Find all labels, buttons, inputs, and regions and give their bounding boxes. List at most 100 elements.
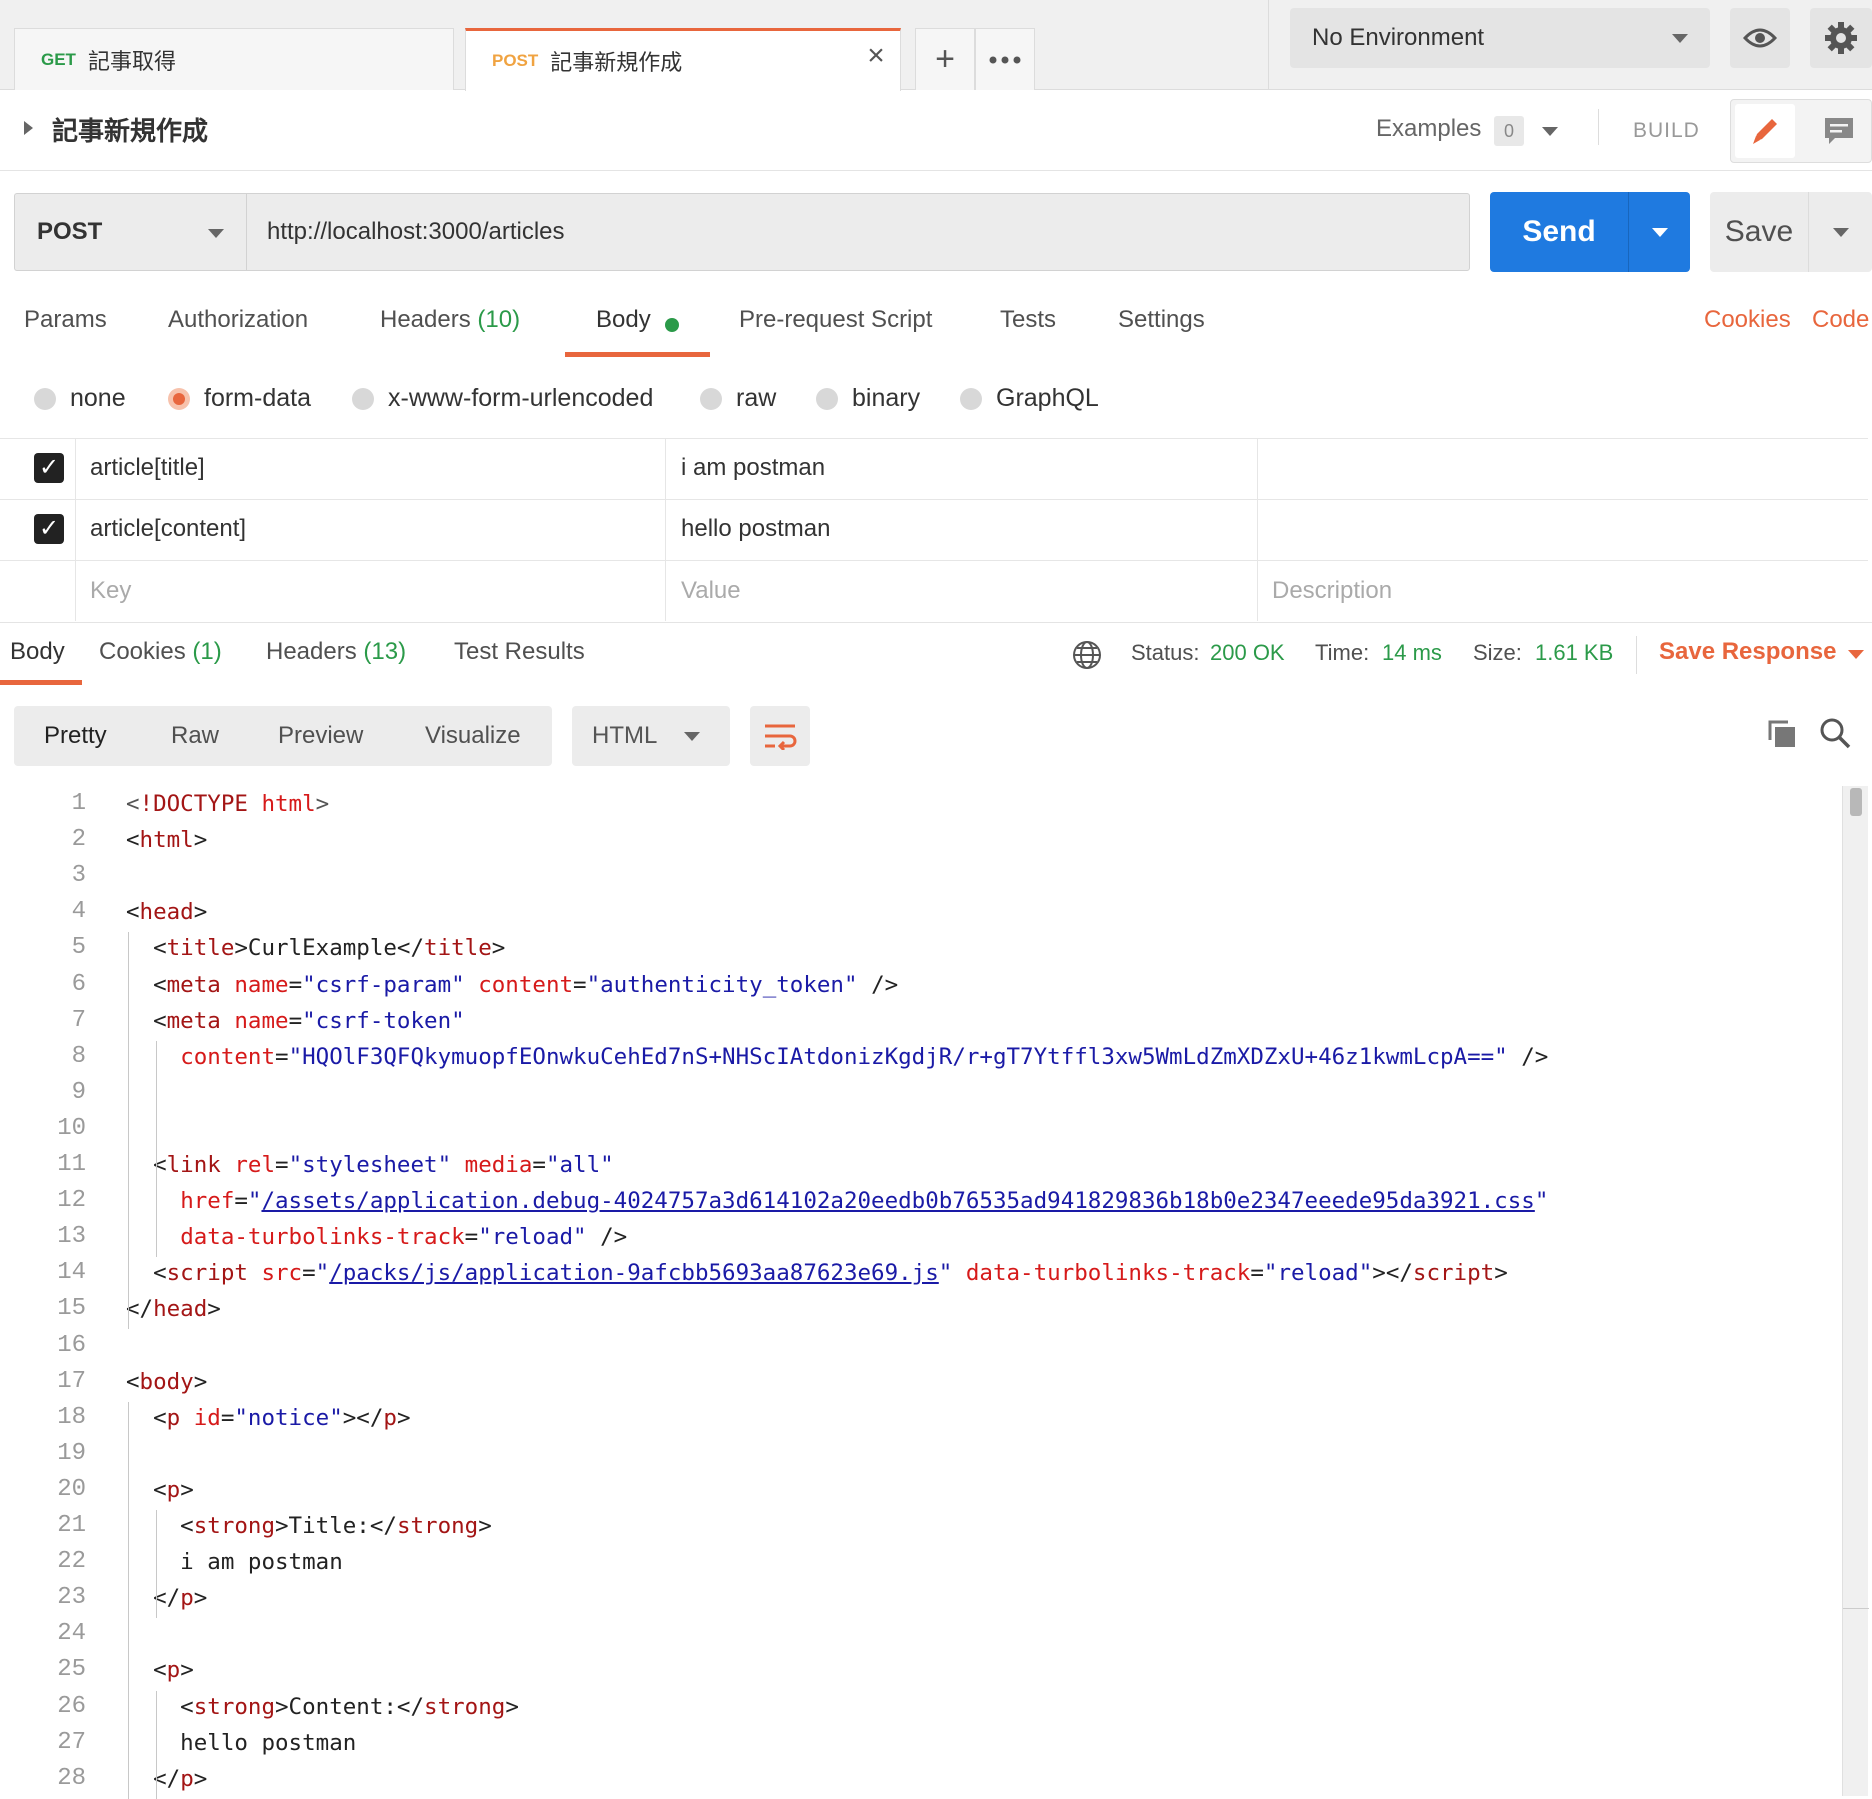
value-input[interactable]: Value xyxy=(681,577,741,605)
code-token: > xyxy=(207,1296,221,1323)
examples-count-badge: 0 xyxy=(1494,116,1524,146)
tab-settings[interactable]: Settings xyxy=(1118,306,1205,334)
tab-pre-request-script[interactable]: Pre-request Script xyxy=(739,306,932,334)
send-button[interactable]: Send xyxy=(1490,192,1690,272)
mode-toggle xyxy=(1730,99,1872,163)
search-icon[interactable] xyxy=(1818,716,1852,750)
tab-tests[interactable]: Tests xyxy=(1000,306,1056,334)
radio-none[interactable]: none xyxy=(34,384,126,413)
save-response-button[interactable]: Save Response xyxy=(1659,638,1836,666)
code-token: title xyxy=(424,935,492,962)
description-input[interactable]: Description xyxy=(1272,577,1392,605)
code-token: < xyxy=(126,1476,167,1503)
radio-graphql[interactable]: GraphQL xyxy=(960,384,1099,413)
checkbox-checked[interactable]: ✓ xyxy=(34,453,64,483)
code-line: <html> xyxy=(126,827,207,853)
size-value[interactable]: 1.61 KB xyxy=(1535,640,1613,666)
wrap-lines-button[interactable] xyxy=(750,706,810,766)
more-tabs-button[interactable] xyxy=(975,28,1035,90)
code-token: body xyxy=(139,1368,194,1395)
line-number: 26 xyxy=(57,1692,86,1720)
view-preview[interactable]: Preview xyxy=(278,722,363,750)
line-number: 20 xyxy=(57,1475,86,1503)
response-tab-test-results[interactable]: Test Results xyxy=(454,638,585,666)
radio-dot xyxy=(816,387,838,410)
value-cell[interactable]: i am postman xyxy=(681,454,825,482)
send-options-button[interactable] xyxy=(1629,227,1690,237)
radio-x-www-form-urlencoded[interactable]: x-www-form-urlencoded xyxy=(352,384,653,413)
code-link[interactable]: Code xyxy=(1812,306,1869,334)
active-tab-indicator xyxy=(0,680,82,685)
radio-raw[interactable]: raw xyxy=(700,384,776,413)
plus-icon: + xyxy=(935,40,955,78)
time-value[interactable]: 14 ms xyxy=(1382,640,1442,666)
code-token: "HQOlF3QFQkymuopfEOnwkuCehEd7nS+NHScIAtd… xyxy=(288,1043,1508,1070)
response-tab-body[interactable]: Body xyxy=(10,638,65,666)
status-value[interactable]: 200 OK xyxy=(1210,640,1285,666)
comments-button[interactable] xyxy=(1809,104,1869,158)
line-number: 22 xyxy=(57,1548,86,1576)
line-number: 5 xyxy=(71,934,86,962)
new-tab-button[interactable]: + xyxy=(915,28,975,90)
headers-count: (10) xyxy=(477,306,521,333)
scrollbar[interactable] xyxy=(1842,786,1869,1796)
environment-select[interactable]: No Environment xyxy=(1290,8,1710,68)
cookies-link[interactable]: Cookies xyxy=(1704,306,1791,334)
divider xyxy=(1636,636,1637,674)
close-icon[interactable]: × xyxy=(862,41,890,71)
code-token: script xyxy=(1412,1260,1495,1287)
key-input[interactable]: Key xyxy=(90,577,131,605)
code-token: < xyxy=(126,1404,167,1431)
code-token: /> xyxy=(586,1224,628,1251)
save-options-button[interactable] xyxy=(1809,227,1872,237)
copy-icon[interactable] xyxy=(1766,718,1798,750)
body-active-dot xyxy=(665,318,679,332)
code-token: " xyxy=(247,1188,262,1215)
view-visualize[interactable]: Visualize xyxy=(425,722,521,750)
response-tab-headers[interactable]: Headers (13) xyxy=(266,638,406,666)
code-token: < xyxy=(126,1657,167,1684)
tab-headers[interactable]: Headers (10) xyxy=(380,306,520,334)
form-data-table: ✓ article[title] i am postman ✓ article[… xyxy=(0,438,1868,621)
chevron-down-icon[interactable] xyxy=(1848,650,1864,659)
radio-form-data[interactable]: form-data xyxy=(168,384,311,413)
tab-get-article[interactable]: GET 記事取得 xyxy=(14,28,454,90)
tab-name: 記事取得 xyxy=(87,48,176,74)
save-button[interactable]: Save xyxy=(1710,192,1872,272)
key-cell[interactable]: article[title] xyxy=(90,454,205,482)
environment-quick-look-button[interactable] xyxy=(1730,8,1790,68)
chevron-down-icon[interactable] xyxy=(1542,127,1558,136)
code-token: < xyxy=(126,1260,167,1287)
response-code-view[interactable]: 1 <!DOCTYPE html> 2 <html> 3 4 <head> 5 <title>… xyxy=(0,782,1840,1799)
tab-authorization[interactable]: Authorization xyxy=(168,306,308,334)
scrollbar-thumb[interactable] xyxy=(1850,788,1862,816)
tab-params[interactable]: Params xyxy=(24,306,107,334)
url-input[interactable]: http://localhost:3000/articles xyxy=(246,193,1470,271)
code-link[interactable]: /packs/js/application-9afcbb5693aa87623e… xyxy=(329,1260,939,1286)
view-pretty[interactable]: Pretty xyxy=(44,722,107,750)
caret-right-icon[interactable] xyxy=(24,121,33,135)
method-select[interactable]: POST xyxy=(14,193,246,271)
value-cell[interactable]: hello postman xyxy=(681,515,830,543)
request-title[interactable]: 記事新規作成 xyxy=(52,111,208,148)
code-token: ></ xyxy=(342,1404,384,1431)
checkbox-checked[interactable]: ✓ xyxy=(34,514,64,544)
examples-label[interactable]: Examples xyxy=(1376,115,1481,143)
code-token: head xyxy=(139,899,194,926)
settings-button[interactable] xyxy=(1810,8,1872,68)
line-number: 18 xyxy=(57,1403,86,1431)
format-select[interactable]: HTML xyxy=(572,706,730,766)
radio-binary[interactable]: binary xyxy=(816,384,920,413)
tab-body[interactable]: Body xyxy=(596,306,651,334)
response-tab-cookies[interactable]: Cookies (1) xyxy=(99,638,222,666)
view-raw[interactable]: Raw xyxy=(171,722,219,750)
code-token: name xyxy=(234,1007,289,1034)
code-token: meta xyxy=(166,1007,235,1034)
divider xyxy=(75,438,76,621)
edit-button[interactable] xyxy=(1735,104,1795,158)
chevron-down-icon xyxy=(1832,227,1849,237)
globe-icon[interactable] xyxy=(1072,640,1102,670)
tab-post-article[interactable]: POST 記事新規作成 × xyxy=(465,28,901,91)
code-link[interactable]: /assets/application.debug-4024757a3d6141… xyxy=(261,1188,1534,1214)
key-cell[interactable]: article[content] xyxy=(90,515,246,543)
